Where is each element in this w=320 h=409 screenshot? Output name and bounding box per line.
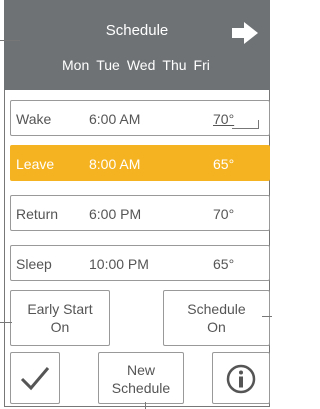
callout-line [262, 316, 272, 317]
row-temp: 65° [213, 256, 235, 272]
button-label-line2: Schedule [111, 380, 171, 396]
button-label-line1: New [126, 362, 155, 378]
schedule-row-wake[interactable]: Wake 6:00 AM 70° [10, 100, 270, 136]
schedule-header: Schedule Mon Tue Wed Thu Fri [4, 0, 270, 90]
info-icon [226, 364, 256, 394]
callout-line [0, 40, 20, 41]
row-label: Sleep [16, 256, 52, 272]
button-label-line1: Schedule [187, 301, 246, 317]
day-list: Mon Tue Wed Thu Fri [62, 57, 210, 73]
row-label: Wake [16, 111, 52, 127]
row-time: 6:00 AM [89, 111, 141, 127]
row-time: 6:00 PM [89, 206, 142, 222]
day-wed: Wed [126, 57, 156, 73]
callout-line [232, 128, 259, 129]
day-thu: Thu [162, 57, 187, 73]
row-temp: 70° [213, 206, 235, 222]
schedule-row-sleep[interactable]: Sleep 10:00 PM 65° [10, 245, 270, 281]
row-label: Return [16, 206, 59, 222]
button-label-line2: On [50, 319, 70, 335]
button-label-line2: On [207, 319, 226, 335]
confirm-button[interactable] [10, 352, 60, 404]
schedule-row-return[interactable]: Return 6:00 PM 70° [10, 195, 270, 231]
button-label-line1: Early Start [27, 301, 93, 317]
row-temp: 70° [213, 111, 235, 127]
new-schedule-button[interactable]: New Schedule [98, 352, 184, 404]
info-button[interactable] [212, 352, 270, 404]
callout-line [0, 322, 12, 323]
row-time: 8:00 AM [89, 156, 141, 172]
schedule-row-leave[interactable]: Leave 8:00 AM 65° [10, 145, 270, 181]
early-start-button[interactable]: Early Start On [10, 290, 110, 346]
check-icon [20, 367, 50, 391]
day-tue: Tue [96, 57, 120, 73]
callout-line [145, 402, 146, 409]
row-time: 10:00 PM [89, 256, 149, 272]
callout-line [258, 120, 259, 128]
day-mon: Mon [62, 57, 90, 73]
row-label: Leave [16, 156, 55, 172]
day-fri: Fri [193, 57, 210, 73]
arrow-right-icon[interactable] [230, 18, 260, 48]
row-temp: 65° [213, 156, 235, 172]
schedule-toggle-button[interactable]: Schedule On [163, 290, 270, 346]
